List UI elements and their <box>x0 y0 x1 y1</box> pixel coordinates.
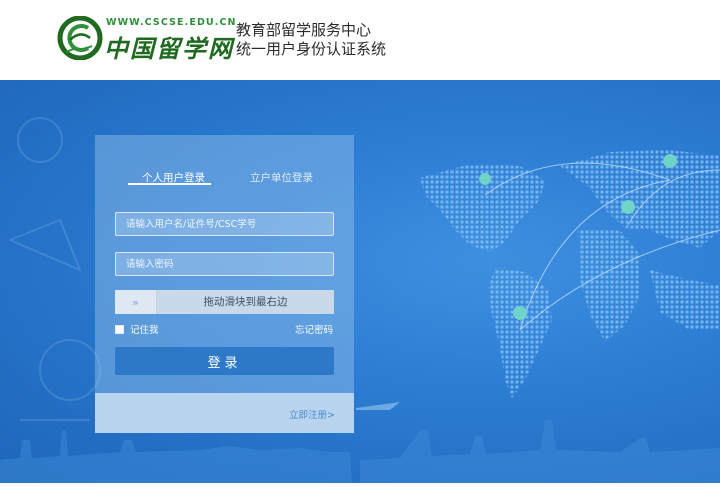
cscse-logo-icon <box>57 16 103 60</box>
password-input[interactable] <box>115 252 334 276</box>
remember-me-label: 记住我 <box>130 325 159 336</box>
remember-me-checkbox[interactable] <box>115 324 124 334</box>
username-input[interactable] <box>115 212 334 236</box>
double-chevron-right-icon[interactable]: » <box>115 290 157 314</box>
register-link[interactable]: 立即注册> <box>289 407 335 421</box>
forgot-password-link[interactable]: 忘记密码 <box>295 322 333 336</box>
slider-hint: 拖动滑块到最右边 <box>203 296 288 308</box>
active-tab-indicator <box>128 183 211 185</box>
login-button[interactable]: 登录 <box>115 347 334 375</box>
tab-unit-login[interactable]: 立户单位登录 <box>250 170 313 185</box>
remember-me[interactable]: 记住我 <box>115 322 159 336</box>
airplane-icon <box>356 402 400 410</box>
captcha-slider[interactable]: » 拖动滑块到最右边 <box>115 290 334 314</box>
system-title-line2: 统一用户身份认证系统 <box>236 40 387 58</box>
logo-url-text: WWW.CSCSE.EDU.CN <box>106 17 237 28</box>
logo-name: 中国留学网 <box>104 34 234 63</box>
header: WWW.CSCSE.EDU.CN 中国留学网 教育部留学服务中心 统一用户身份认… <box>0 0 720 80</box>
login-card: 个人用户登录 立户单位登录 » 拖动滑块到最右边 记住我 忘记密码 登录 立即注… <box>95 135 354 433</box>
page-bottom-strip <box>0 483 720 487</box>
system-title-line1: 教育部留学服务中心 <box>236 21 372 39</box>
